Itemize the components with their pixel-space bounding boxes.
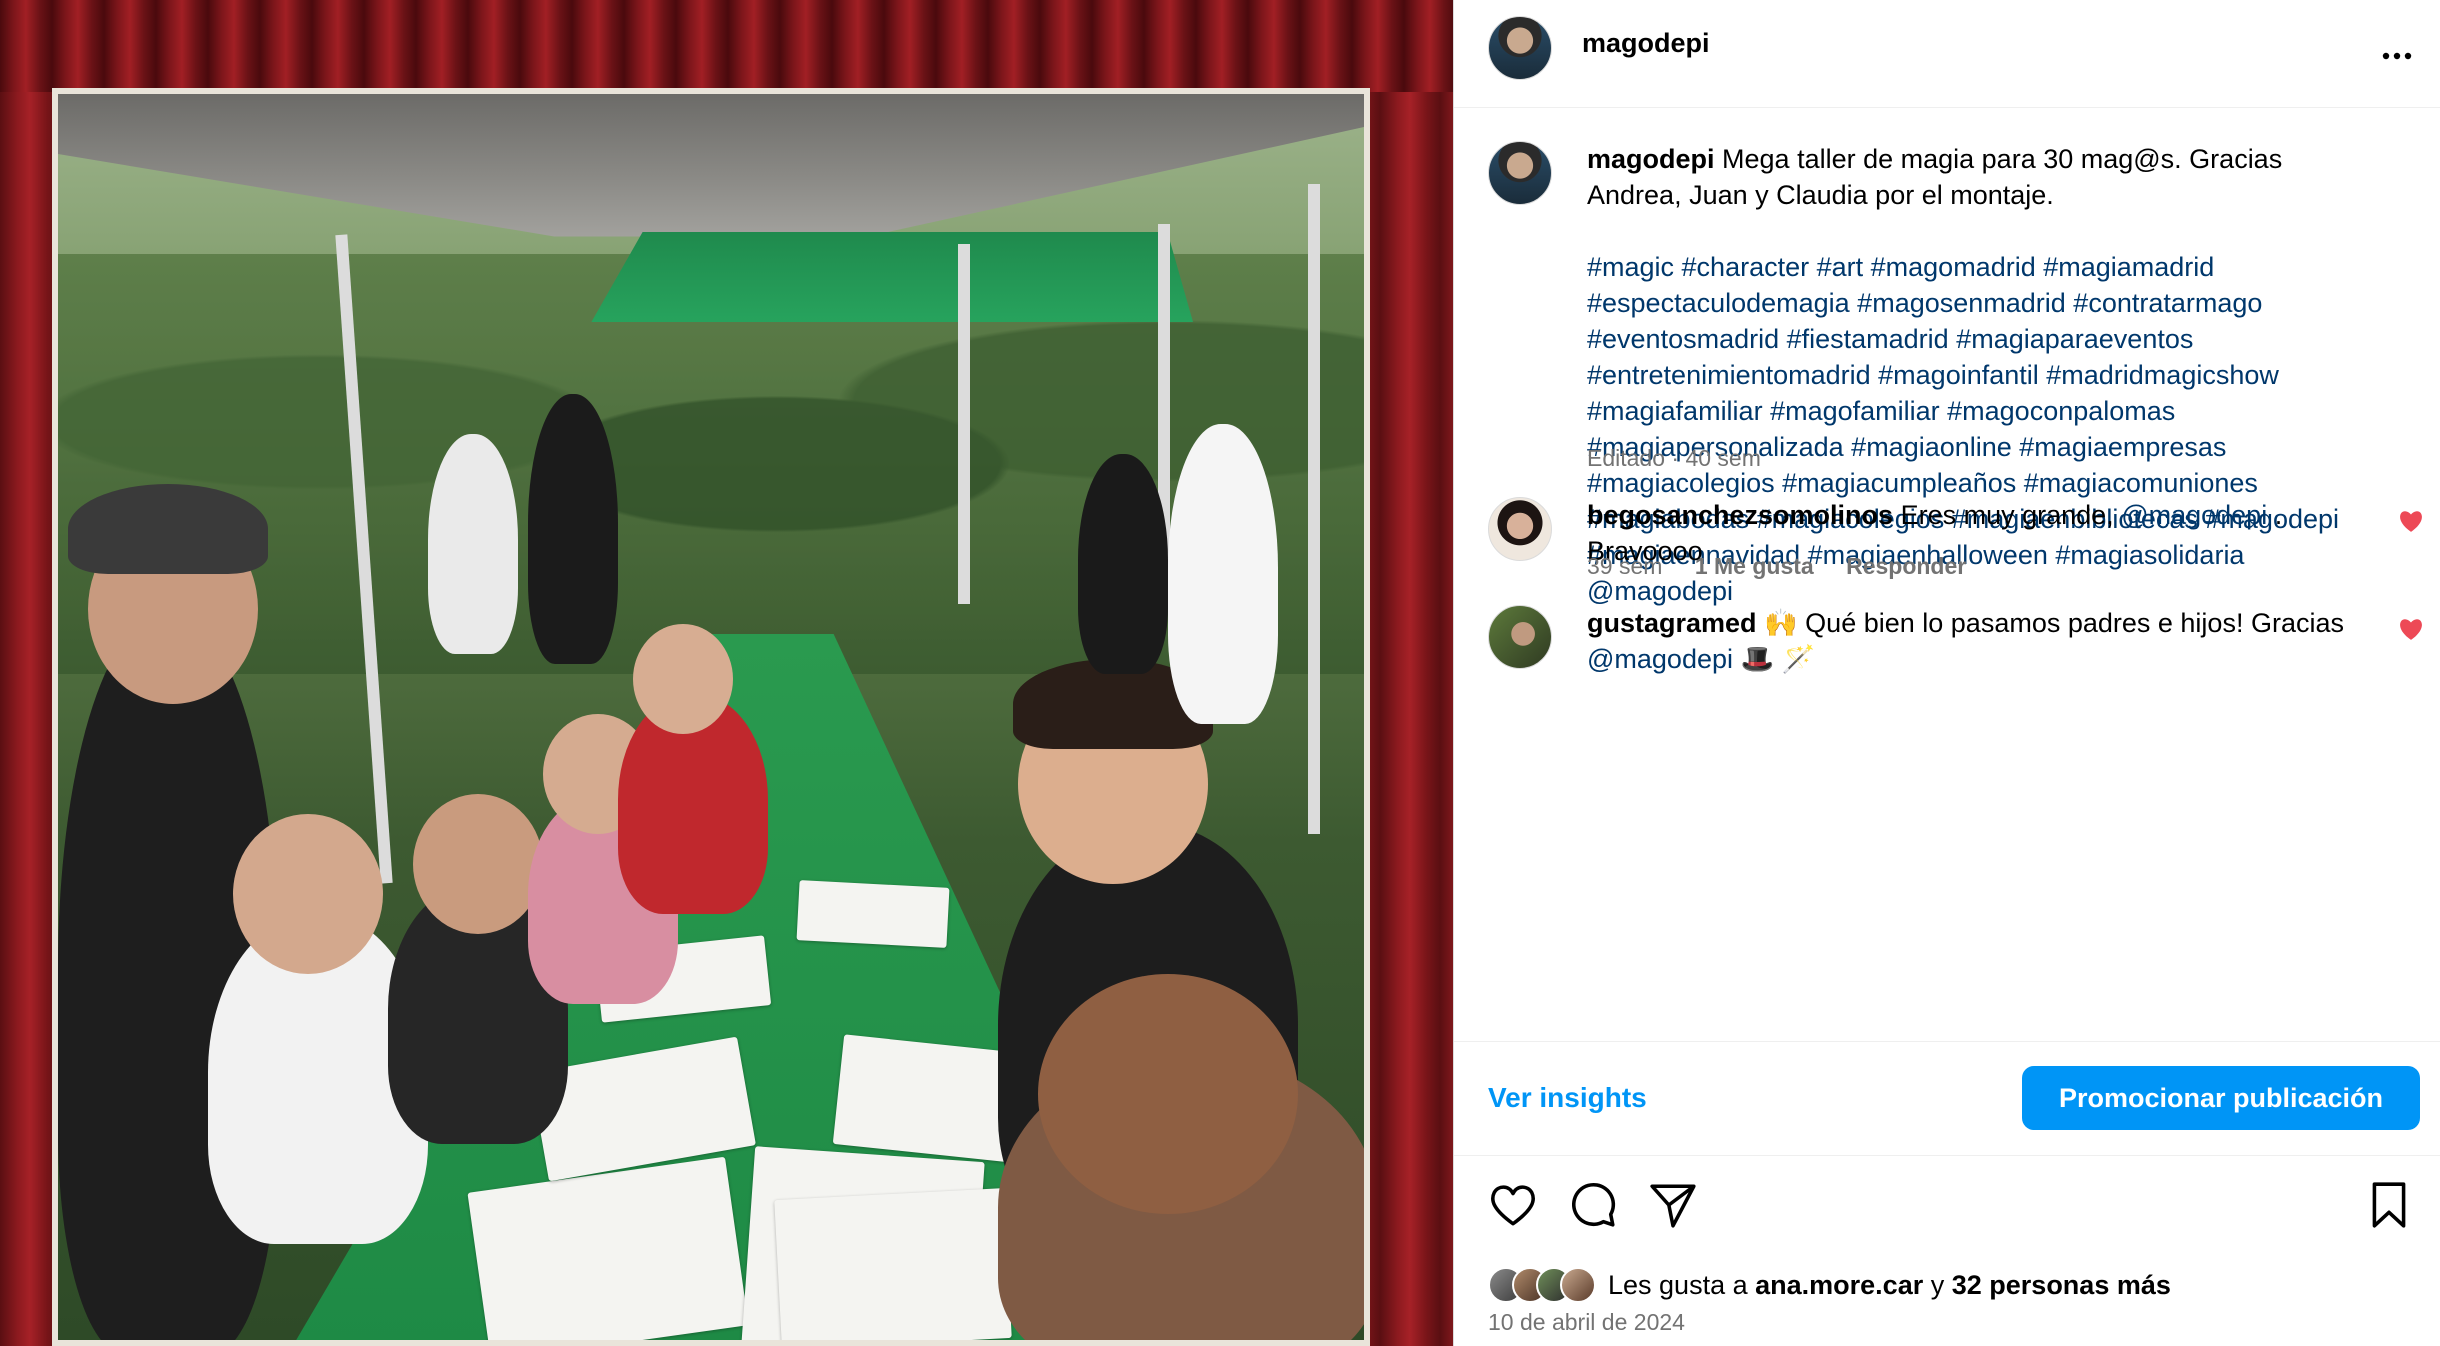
- liker-username[interactable]: ana.more.car: [1755, 1270, 1923, 1300]
- share-icon[interactable]: [1648, 1180, 1698, 1230]
- post-action-icons: [1454, 1180, 2440, 1236]
- view-insights-link[interactable]: Ver insights: [1488, 1082, 1647, 1114]
- comment-username[interactable]: begosanchezsomolinos: [1587, 500, 1893, 530]
- heart-icon[interactable]: [1488, 1180, 1538, 1230]
- comment-heart-icon[interactable]: [2398, 509, 2424, 533]
- post-side-panel: magodepi magodepi Mega taller de magia p…: [1453, 0, 2440, 1346]
- comment-avatar[interactable]: [1488, 605, 1552, 669]
- comment-username[interactable]: gustagramed: [1587, 608, 1757, 638]
- photo-frame: [52, 88, 1370, 1346]
- comment-likes[interactable]: 1 Me gusta: [1695, 553, 1814, 579]
- comment-heart-icon[interactable]: [2398, 617, 2424, 641]
- likes-summary[interactable]: Les gusta a ana.more.car y 32 personas m…: [1488, 1265, 2171, 1305]
- gray-canopy: [58, 94, 1364, 237]
- reply-button[interactable]: Responder: [1846, 553, 1966, 579]
- owner-actions-bar: Ver insights Promocionar publicación: [1454, 1041, 2440, 1156]
- green-tent: [591, 232, 1193, 322]
- post-header: magodepi: [1454, 0, 2440, 108]
- post-image[interactable]: [0, 0, 1453, 1346]
- post-date: 10 de abril de 2024: [1488, 1309, 1685, 1335]
- comment-icon[interactable]: [1568, 1180, 1618, 1230]
- promote-post-button[interactable]: Promocionar publicación: [2022, 1066, 2420, 1130]
- comment-meta: 39 sem 1 Me gusta Responder: [1587, 553, 1966, 580]
- comment-item: gustagramed 🙌 Qué bien lo pasamos padres…: [1587, 608, 2344, 674]
- avatar[interactable]: [1488, 16, 1552, 80]
- caption-avatar[interactable]: [1488, 141, 1552, 205]
- comment-time: 39 sem: [1587, 553, 1663, 579]
- comment-mention[interactable]: @magodepi: [1587, 644, 1733, 674]
- liker-avatar: [1560, 1267, 1596, 1303]
- comment-avatar[interactable]: [1488, 497, 1552, 561]
- bookmark-icon[interactable]: [2364, 1180, 2414, 1230]
- curtain-valance: [0, 0, 1453, 92]
- likes-others[interactable]: 32 personas más: [1952, 1270, 2171, 1300]
- comment-mention[interactable]: @magodepi: [2121, 500, 2267, 530]
- caption-meta: Editado · 40 sem: [1587, 445, 1761, 471]
- header-username[interactable]: magodepi: [1582, 28, 1710, 59]
- comments-section[interactable]: magodepi Mega taller de magia para 30 ma…: [1454, 109, 2440, 1041]
- caption-username[interactable]: magodepi: [1587, 144, 1715, 174]
- more-horizontal-icon[interactable]: [2382, 30, 2412, 69]
- cap: [68, 484, 268, 574]
